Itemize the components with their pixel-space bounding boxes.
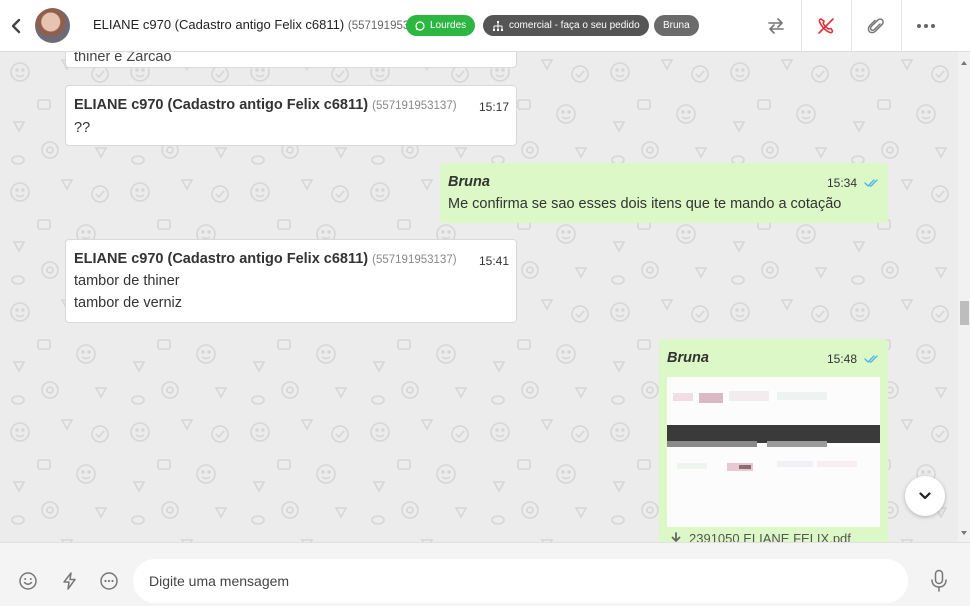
message-bubble-outgoing[interactable]: Bruna 15:48 2391050 ELIANE FELIX.pdf [659, 339, 888, 542]
message-text: Me confirma se sao esses dois itens que … [448, 196, 842, 212]
message-bubble-outgoing[interactable]: Bruna 15:34 Me confirma se sao esses doi… [440, 163, 888, 223]
scroll-to-bottom-button[interactable] [905, 476, 945, 516]
whatsapp-icon [415, 20, 425, 31]
whatsapp-connection-label: Lourdes [430, 20, 467, 31]
message-time: 15:17 [479, 100, 510, 114]
contact-name: ELIANE c970 (Cadastro antigo Felix c6811… [93, 17, 345, 32]
message-sender: ELIANE c970 (Cadastro antigo Felix c6811… [74, 251, 457, 267]
message-time: 15:48 [827, 352, 858, 366]
sender-phone: (557191953137) [372, 100, 457, 112]
sender-name: ELIANE c970 (Cadastro antigo Felix c6811… [74, 97, 369, 113]
emoji-button[interactable] [18, 571, 40, 593]
chat-scrollbar[interactable] [958, 52, 970, 542]
lightning-icon [63, 572, 76, 590]
phone-hangup-icon [818, 18, 834, 34]
contact-title[interactable]: ELIANE c970 (Cadastro antigo Felix c6811… [93, 17, 432, 32]
message-time: 15:34 [827, 176, 858, 190]
sender-name: Bruna [448, 174, 490, 190]
message-bubble-incoming[interactable]: thiner e Zarcao [65, 52, 517, 68]
scroll-down-arrow[interactable] [961, 531, 967, 535]
double-check-icon [864, 355, 878, 363]
message-time: 15:41 [479, 254, 510, 268]
department-badge[interactable]: comercial - faça o seu pedido [483, 15, 649, 36]
message-text: ?? [74, 120, 91, 136]
sender-name: ELIANE c970 (Cadastro antigo Felix c6811… [74, 251, 369, 267]
sitemap-icon [493, 20, 503, 31]
attachment-file-link[interactable]: 2391050 ELIANE FELIX.pdf [669, 531, 851, 542]
chevron-down-icon [919, 492, 931, 500]
more-options-button[interactable] [901, 0, 951, 52]
attachment-filename: 2391050 ELIANE FELIX.pdf [689, 531, 851, 542]
message-text: tambor de verniz [74, 295, 182, 311]
download-icon [671, 531, 681, 542]
voice-record-button[interactable] [929, 569, 951, 592]
sender-name: Bruna [667, 350, 709, 366]
message-sender: ELIANE c970 (Cadastro antigo Felix c6811… [74, 97, 457, 113]
double-check-icon [864, 179, 878, 187]
microphone-icon [931, 569, 947, 592]
chat-bubble-dots-icon [100, 572, 118, 590]
back-button[interactable] [8, 14, 26, 38]
department-label: comercial - faça o seu pedido [509, 20, 640, 31]
message-input[interactable] [133, 559, 908, 603]
assigned-user-badge[interactable]: Bruna [654, 15, 699, 36]
smiley-icon [19, 572, 37, 590]
sender-phone: (557191953137) [372, 254, 457, 266]
pdf-thumbnail [667, 377, 880, 527]
transfer-icon [768, 18, 784, 34]
chat-options-button[interactable] [99, 571, 121, 593]
paperclip-icon [867, 18, 884, 34]
message-text: thiner e Zarcao [74, 52, 172, 65]
message-text: tambor de thiner [74, 273, 180, 289]
transfer-button[interactable] [751, 0, 801, 52]
scroll-up-arrow[interactable] [961, 61, 967, 65]
scroll-thumb[interactable] [960, 301, 969, 325]
end-call-button[interactable] [801, 0, 851, 52]
avatar[interactable] [35, 8, 70, 43]
pdf-preview[interactable] [667, 377, 880, 527]
chat-header: ELIANE c970 (Cadastro antigo Felix c6811… [0, 0, 970, 52]
message-bubble-incoming[interactable]: ELIANE c970 (Cadastro antigo Felix c6811… [65, 239, 517, 323]
more-horizontal-icon [917, 24, 935, 28]
message-list[interactable]: thiner e Zarcao ELIANE c970 (Cadastro an… [0, 52, 958, 542]
attach-button[interactable] [851, 0, 901, 52]
whatsapp-connection-badge[interactable]: Lourdes [406, 15, 476, 36]
assigned-user-label: Bruna [663, 20, 690, 31]
message-bubble-incoming[interactable]: ELIANE c970 (Cadastro antigo Felix c6811… [65, 85, 517, 146]
quick-replies-button[interactable] [60, 571, 82, 593]
message-composer [0, 542, 970, 606]
chevron-left-icon [11, 18, 21, 34]
